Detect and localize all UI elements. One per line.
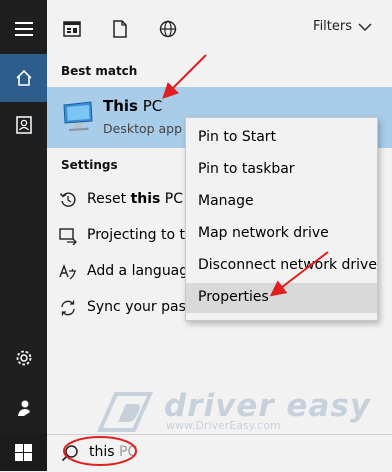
reset-icon bbox=[59, 192, 76, 207]
settings-header: Settings bbox=[61, 158, 118, 172]
left-rail bbox=[0, 0, 47, 434]
document-icon bbox=[113, 20, 127, 38]
language-icon bbox=[59, 263, 76, 280]
best-match-title: This PC bbox=[103, 97, 163, 115]
watermark-name: driver easy bbox=[164, 388, 372, 424]
menu-item-disconnect-network-drive[interactable]: Disconnect network drive bbox=[186, 251, 377, 281]
apps-filter-button[interactable] bbox=[59, 16, 85, 42]
windows-icon bbox=[15, 444, 32, 461]
search-box[interactable]: this PC bbox=[47, 434, 392, 472]
search-icon bbox=[61, 445, 78, 462]
search-autocomplete-text: PC bbox=[114, 444, 138, 460]
filters-dropdown[interactable]: Filters bbox=[313, 19, 372, 34]
start-button[interactable] bbox=[0, 434, 47, 471]
web-icon bbox=[159, 20, 177, 38]
web-filter-button[interactable] bbox=[155, 16, 181, 42]
best-match-subtitle: Desktop app bbox=[103, 121, 183, 136]
apps-icon bbox=[63, 21, 81, 37]
search-filter-toolbar: Filters bbox=[47, 0, 392, 58]
contacts-icon bbox=[15, 116, 32, 134]
user-button[interactable] bbox=[0, 384, 47, 432]
menu-item-pin-to-taskbar[interactable]: Pin to taskbar bbox=[186, 155, 377, 185]
hamburger-icon bbox=[14, 22, 33, 36]
menu-item-properties[interactable]: Properties bbox=[186, 283, 377, 313]
documents-filter-button[interactable] bbox=[107, 16, 133, 42]
user-icon bbox=[17, 400, 30, 416]
search-input[interactable]: this PC bbox=[89, 444, 137, 460]
monitor-icon bbox=[63, 101, 93, 131]
project-icon bbox=[59, 228, 77, 245]
search-typed-text: this bbox=[89, 444, 115, 460]
filters-label: Filters bbox=[313, 19, 352, 34]
settings-button[interactable] bbox=[0, 334, 47, 382]
menu-item-manage[interactable]: Manage bbox=[186, 187, 377, 217]
sync-icon bbox=[61, 300, 75, 316]
menu-item-pin-to-start[interactable]: Pin to Start bbox=[186, 123, 377, 153]
home-button[interactable] bbox=[0, 54, 47, 102]
contacts-button[interactable] bbox=[0, 101, 47, 149]
watermark-url: www.DriverEasy.com bbox=[166, 419, 281, 432]
context-menu: Pin to Start Pin to taskbar Manage Map n… bbox=[185, 117, 378, 321]
best-match-header: Best match bbox=[61, 64, 138, 78]
menu-item-map-network-drive[interactable]: Map network drive bbox=[186, 219, 377, 249]
hamburger-button[interactable] bbox=[0, 5, 47, 53]
home-icon bbox=[15, 69, 32, 86]
settings-icon bbox=[16, 350, 31, 366]
chevron-down-icon bbox=[358, 23, 372, 31]
driver-easy-logo-icon bbox=[96, 392, 154, 432]
watermark: driver easy www.DriverEasy.com bbox=[92, 388, 392, 434]
